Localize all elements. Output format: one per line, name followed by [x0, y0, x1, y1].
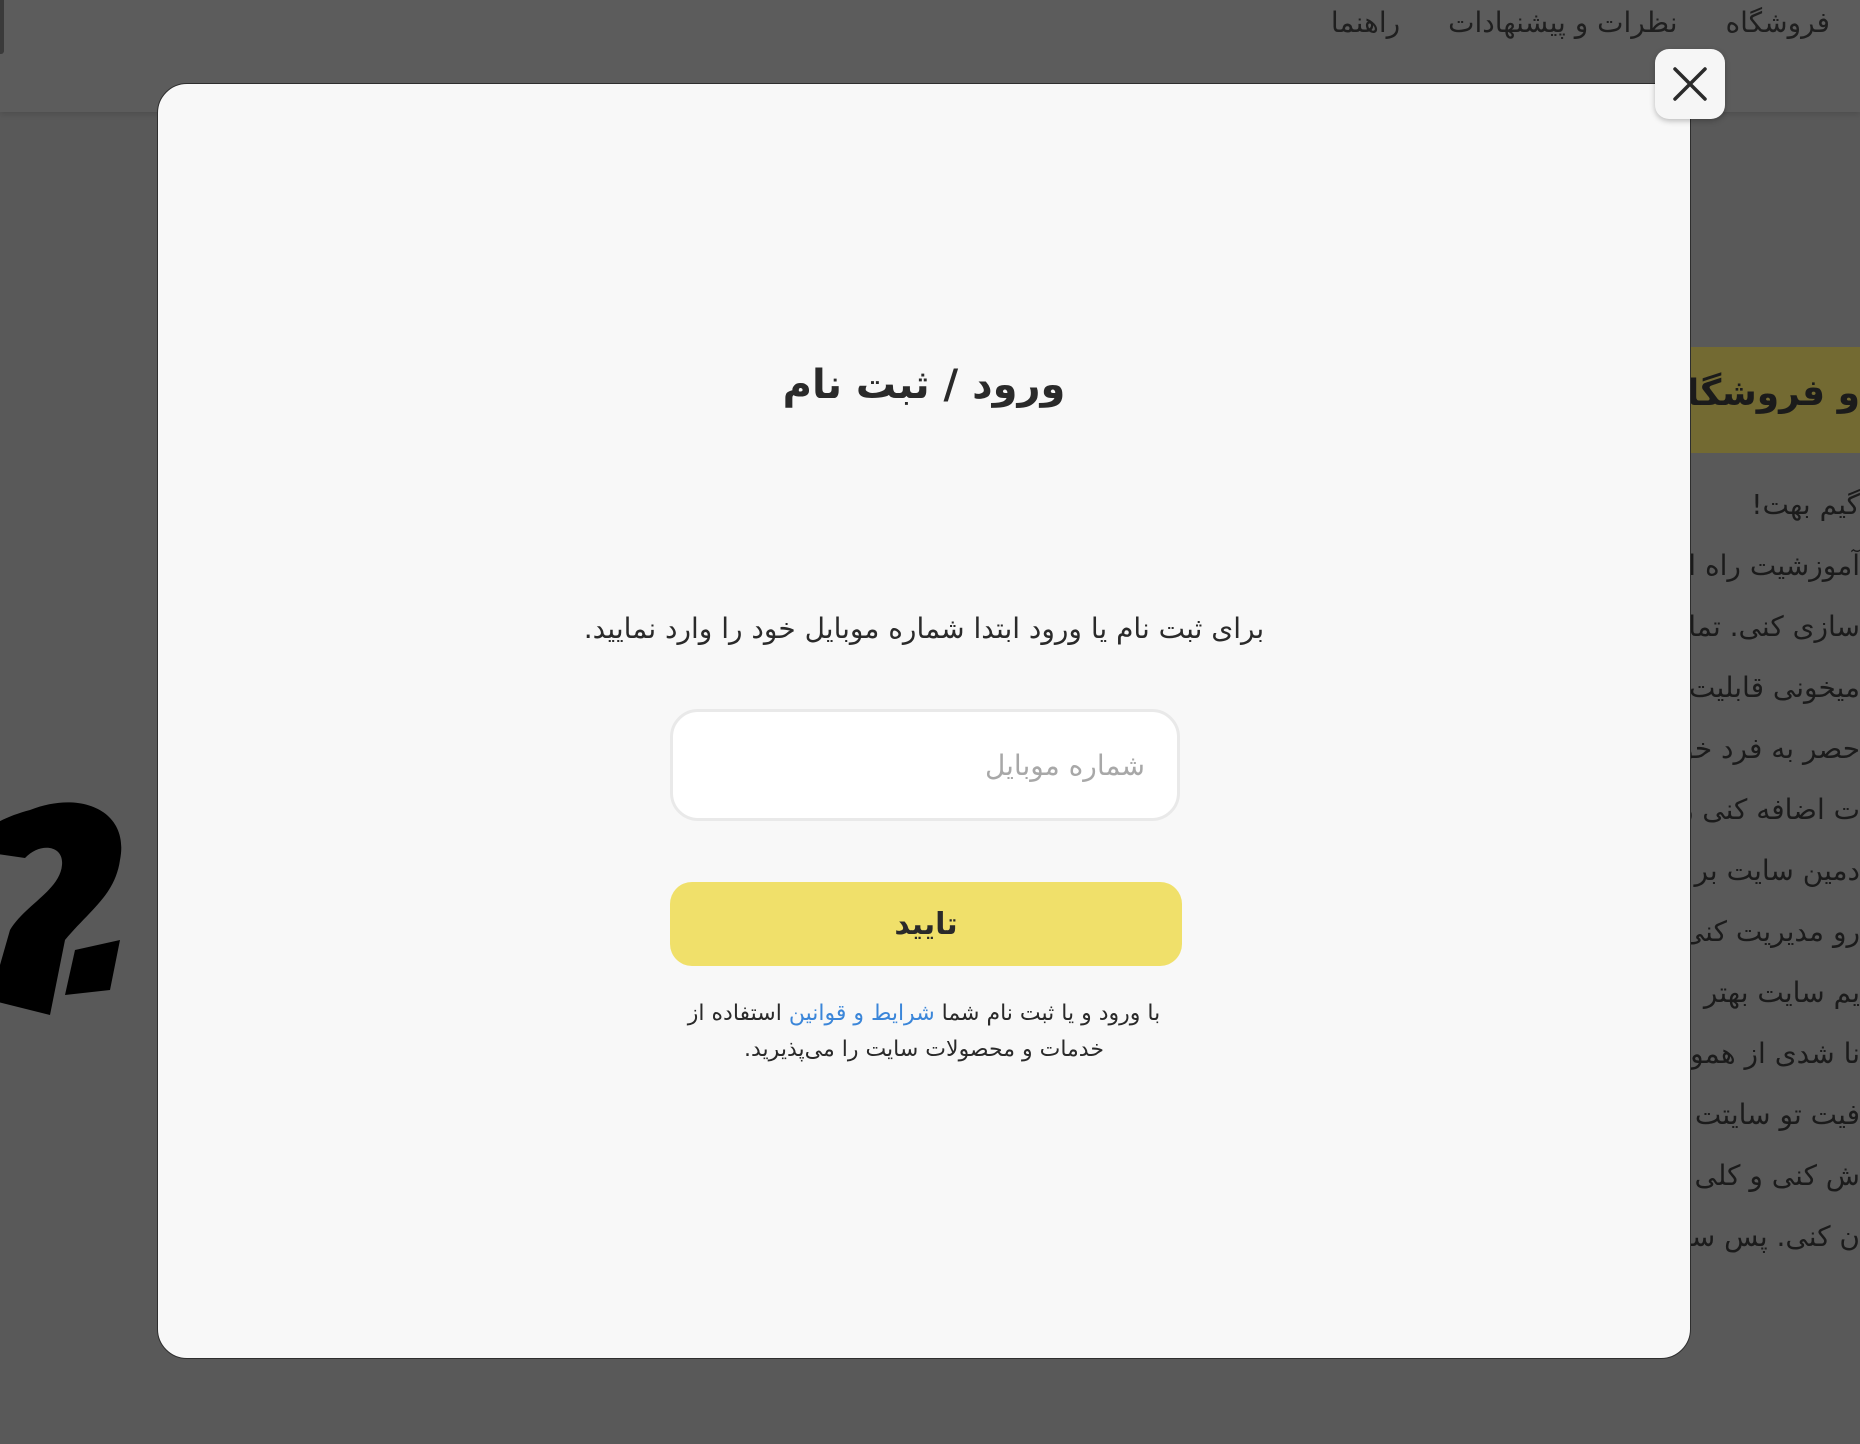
modal-description: برای ثبت نام یا ورود ابتدا شماره موبایل … — [583, 612, 1265, 645]
terms-before: با ورود و یا ثبت نام شما — [934, 1001, 1161, 1026]
header-edge — [0, 0, 4, 54]
background-line: ن کنی. پس سر — [1690, 1220, 1860, 1253]
main-nav: فروشگاه نظرات و پیشنهادات راهنما — [1331, 0, 1830, 44]
confirm-button[interactable]: تایید — [670, 882, 1182, 966]
background-line: ت اضافه کنی رو — [1690, 793, 1860, 826]
background-banner: و فروشگاه دو — [1690, 347, 1860, 453]
background-line: ش کنی و کلی — [1694, 1159, 1860, 1192]
background-line: سازی کنی. تما — [1690, 610, 1860, 643]
nav-item-shop[interactable]: فروشگاه — [1726, 6, 1830, 39]
nav-item-guide[interactable]: راهنما — [1331, 6, 1400, 39]
terms-text: با ورود و یا ثبت نام شما شرایط و قوانین … — [654, 996, 1194, 1068]
background-line: رو مدیریت کنی — [1690, 915, 1860, 948]
background-line: میخونی قابلیت — [1690, 671, 1860, 704]
background-banner-text: و فروشگاه دو — [1690, 373, 1860, 414]
background-line: آموزشیت راه ان — [1690, 549, 1860, 582]
phone-input[interactable] — [670, 709, 1180, 821]
background-line: نا شدی از همو — [1690, 1037, 1860, 1070]
terms-notice: با ورود و یا ثبت نام شما شرایط و قوانین … — [158, 996, 1690, 1068]
background-line: فیت تو سایتت — [1694, 1098, 1860, 1131]
background-article: گیم بهت! آموزشیت راه ان سازی کنی. تما می… — [1690, 488, 1860, 1288]
close-icon — [1673, 67, 1707, 101]
background-line: یم سایت بهتر — [1703, 976, 1860, 1009]
login-modal: ورود / ثبت نام برای ثبت نام یا ورود ابتد… — [157, 83, 1691, 1359]
modal-title: ورود / ثبت نام — [782, 362, 1066, 408]
background-logo — [0, 802, 122, 1015]
nav-item-feedback[interactable]: نظرات و پیشنهادات — [1448, 6, 1677, 39]
close-button[interactable] — [1655, 49, 1725, 119]
background-line: حصر به فرد خو — [1690, 732, 1860, 765]
background-line: دمین سایت بر — [1694, 854, 1860, 887]
background-line: گیم بهت! — [1751, 488, 1860, 521]
terms-link[interactable]: شرایط و قوانین — [789, 1001, 935, 1026]
